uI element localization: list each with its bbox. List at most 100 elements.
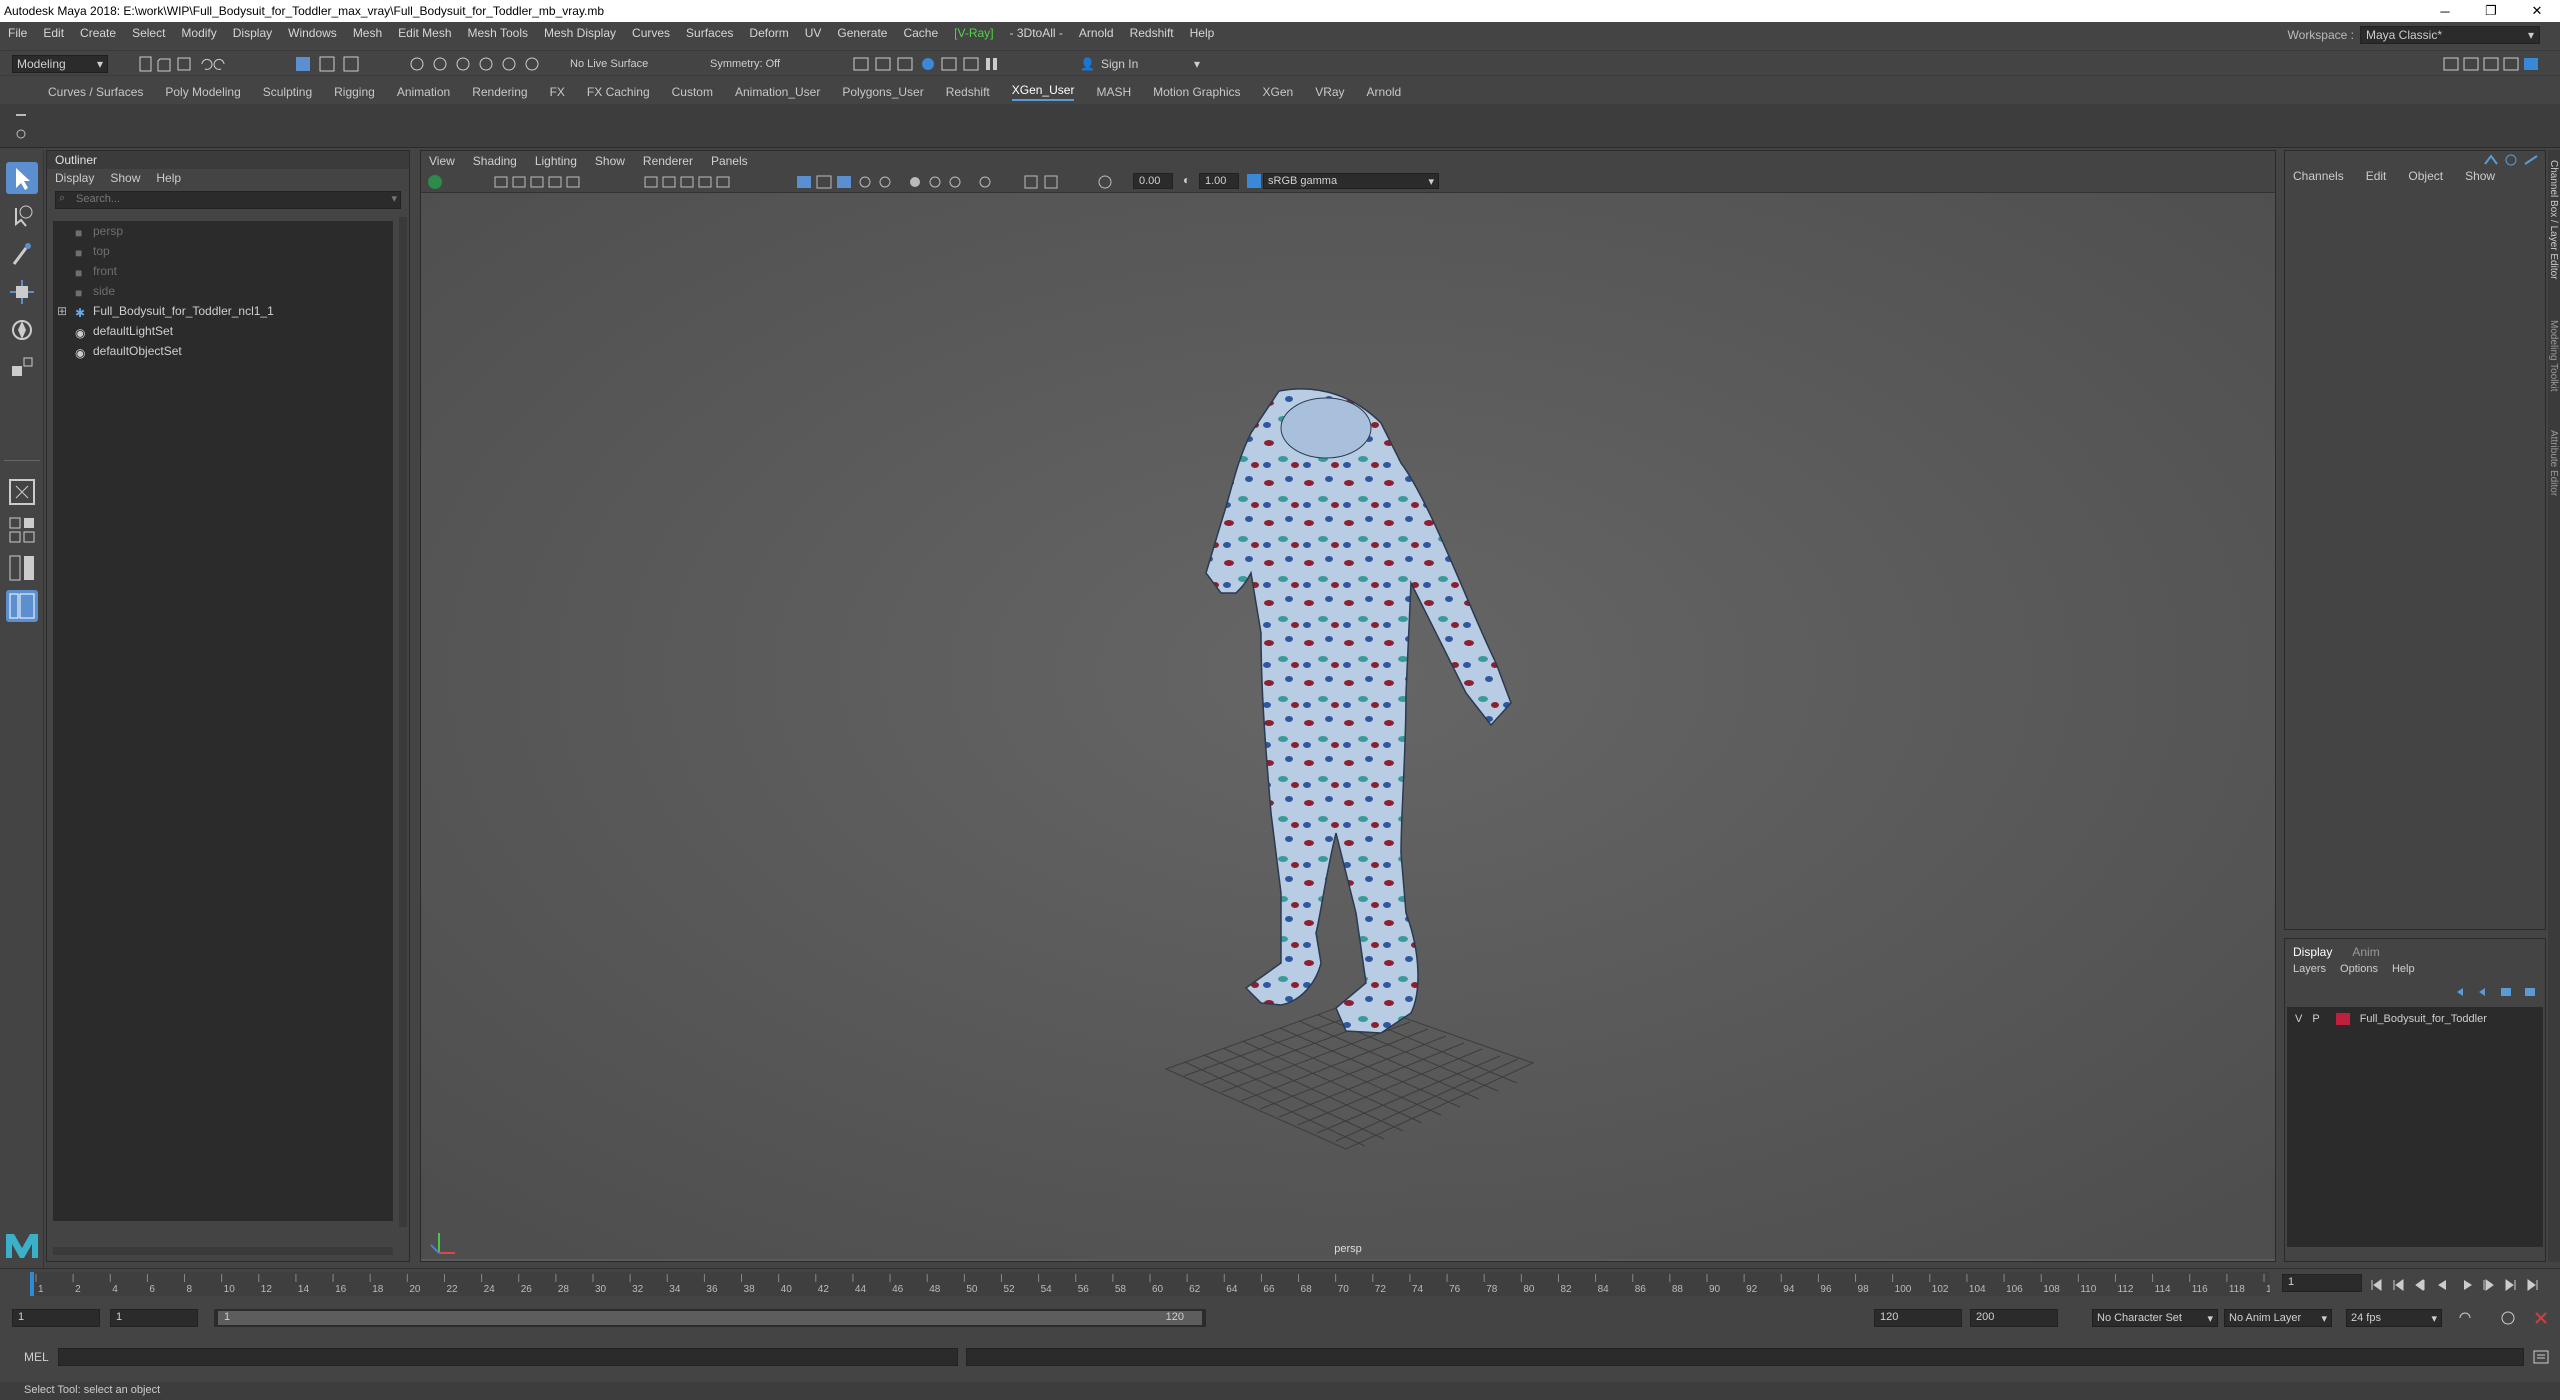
menu-3dtoall[interactable]: - 3DtoAll -	[1010, 26, 1063, 40]
shelf-tab-curves-surfaces[interactable]: Curves / Surfaces	[48, 85, 143, 99]
move-tool-icon[interactable]	[6, 276, 38, 308]
rotate-tool-icon[interactable]	[6, 314, 38, 346]
shelf-tab-redshift[interactable]: Redshift	[946, 85, 990, 99]
viewport-menu-panels[interactable]: Panels	[711, 154, 748, 168]
lasso-tool-icon[interactable]	[6, 200, 38, 232]
panel-toggle-icons[interactable]	[2440, 55, 2556, 73]
layer-color-swatch[interactable]	[2335, 1013, 2350, 1025]
outliner-layout-icon[interactable]	[6, 590, 38, 622]
menu-display[interactable]: Display	[233, 26, 272, 40]
viewport-menu-renderer[interactable]: Renderer	[643, 154, 693, 168]
layer-menu-layers[interactable]: Layers	[2293, 963, 2326, 975]
layer-playback-toggle[interactable]: P	[2312, 1013, 2319, 1025]
channel-menu-edit[interactable]: Edit	[2366, 169, 2387, 183]
exposure-field[interactable]: 0.00	[1133, 173, 1173, 189]
current-time-marker[interactable]	[30, 1272, 34, 1296]
menu-arnold[interactable]: Arnold	[1079, 26, 1114, 40]
menu-help[interactable]: Help	[1190, 26, 1215, 40]
animation-end-field[interactable]: 200	[1970, 1309, 2058, 1327]
outliner-item-side[interactable]: ■ side	[53, 281, 393, 301]
menu-uv[interactable]: UV	[805, 26, 822, 40]
menu-mesh-display[interactable]: Mesh Display	[544, 26, 616, 40]
menu-cache[interactable]: Cache	[903, 26, 938, 40]
shelf-tab-fx[interactable]: FX	[550, 85, 565, 99]
outliner-item-top[interactable]: ■ top	[53, 241, 393, 261]
menu-edit[interactable]: Edit	[43, 26, 64, 40]
menu-surfaces[interactable]: Surfaces	[686, 26, 733, 40]
file-tools-icons[interactable]	[136, 55, 376, 73]
menu-windows[interactable]: Windows	[288, 26, 337, 40]
four-view-layout-icon[interactable]	[6, 514, 38, 546]
outliner-item-default-light-set[interactable]: ◉ defaultLightSet	[53, 321, 393, 341]
workspace-dropdown[interactable]: Maya Classic* ▾	[2360, 26, 2540, 44]
persp-outliner-layout-icon[interactable]	[6, 552, 38, 584]
layer-tab-display[interactable]: Display	[2293, 945, 2332, 959]
menu-mesh-tools[interactable]: Mesh Tools	[468, 26, 528, 40]
gamma-field[interactable]: 1.00	[1199, 173, 1239, 189]
viewport-3d-scene[interactable]: persp	[421, 193, 2275, 1261]
shelf-tab-polygons-user[interactable]: Polygons_User	[842, 85, 923, 99]
single-perspective-view-icon[interactable]	[6, 476, 38, 508]
shelf-tab-rigging[interactable]: Rigging	[334, 85, 375, 99]
shelf-tab-vray[interactable]: VRay	[1315, 85, 1344, 99]
shelf-tab-animation-user[interactable]: Animation_User	[735, 85, 820, 99]
menu-mesh[interactable]: Mesh	[353, 26, 382, 40]
side-tab-channel-box[interactable]: Channel Box / Layer Editor	[2548, 160, 2559, 280]
viewport-menu-lighting[interactable]: Lighting	[535, 154, 577, 168]
side-tab-attribute-editor[interactable]: Attribute Editor	[2548, 430, 2559, 496]
viewport-menu-show[interactable]: Show	[595, 154, 625, 168]
shelf-tab-rendering[interactable]: Rendering	[472, 85, 527, 99]
channel-menu-show[interactable]: Show	[2465, 169, 2495, 183]
outliner-item-persp[interactable]: ■ persp	[53, 221, 393, 241]
layer-visibility-toggle[interactable]: V	[2295, 1013, 2302, 1025]
minimize-button[interactable]: ─	[2422, 0, 2468, 22]
close-button[interactable]: ✕	[2514, 0, 2560, 22]
anim-layer-dropdown[interactable]: No Anim Layer ▾	[2224, 1309, 2332, 1327]
menu-create[interactable]: Create	[80, 26, 116, 40]
side-tab-modeling-toolkit[interactable]: Modeling Toolkit	[2548, 320, 2559, 392]
animation-start-field[interactable]: 1	[12, 1309, 100, 1327]
outliner-item-default-object-set[interactable]: ◉ defaultObjectSet	[53, 341, 393, 361]
range-slider-handle[interactable]: 1 120	[218, 1311, 1202, 1325]
menu-file[interactable]: File	[8, 26, 27, 40]
fps-dropdown[interactable]: 24 fps ▾	[2346, 1309, 2442, 1327]
shelf-tab-motion-graphics[interactable]: Motion Graphics	[1153, 85, 1240, 99]
outliner-menu-display[interactable]: Display	[55, 171, 94, 185]
command-input[interactable]	[58, 1348, 958, 1366]
channel-menu-object[interactable]: Object	[2408, 169, 2443, 183]
menu-modify[interactable]: Modify	[181, 26, 216, 40]
outliner-menu-show[interactable]: Show	[110, 171, 140, 185]
restore-button[interactable]: ❐	[2468, 0, 2514, 22]
channel-menu-channels[interactable]: Channels	[2293, 169, 2344, 183]
layer-tab-anim[interactable]: Anim	[2352, 945, 2379, 959]
shelf-tab-custom[interactable]: Custom	[672, 85, 713, 99]
layer-menu-help[interactable]: Help	[2392, 963, 2415, 975]
playback-end-field[interactable]: 120	[1874, 1309, 1962, 1327]
menu-redshift[interactable]: Redshift	[1130, 26, 1174, 40]
shelf-tab-poly-modeling[interactable]: Poly Modeling	[165, 85, 240, 99]
select-tool-icon[interactable]	[6, 162, 38, 194]
script-editor-icon[interactable]	[2532, 1349, 2552, 1365]
shelf-options-icon[interactable]	[14, 110, 28, 142]
sign-in-button[interactable]: 👤 Sign In ▾	[1080, 55, 1200, 73]
expand-icon[interactable]: ⊞	[57, 304, 67, 318]
color-management-icon[interactable]	[1247, 174, 1261, 188]
paint-select-tool-icon[interactable]	[6, 238, 38, 270]
menu-edit-mesh[interactable]: Edit Mesh	[398, 26, 451, 40]
menu-deform[interactable]: Deform	[749, 26, 788, 40]
layer-menu-options[interactable]: Options	[2340, 963, 2378, 975]
playback-controls[interactable]	[2368, 1276, 2548, 1294]
layer-action-icons[interactable]	[2451, 985, 2541, 999]
scale-tool-icon[interactable]	[6, 352, 38, 384]
command-language-label[interactable]: MEL	[24, 1350, 49, 1364]
outliner-vertical-scrollbar[interactable]	[399, 217, 407, 1227]
shelf-tab-fx-caching[interactable]: FX Caching	[587, 85, 650, 99]
current-frame-field[interactable]: 1	[2282, 1274, 2362, 1292]
menu-set-dropdown[interactable]: Modeling ▾	[12, 55, 108, 73]
shelf-tab-arnold[interactable]: Arnold	[1367, 85, 1402, 99]
outliner-item-bodysuit[interactable]: ⊞ ✱ Full_Bodysuit_for_Toddler_ncl1_1	[53, 301, 393, 321]
layer-row[interactable]: V P Full_Bodysuit_for_Toddler	[2287, 1009, 2543, 1029]
outliner-item-front[interactable]: ■ front	[53, 261, 393, 281]
menu-generate[interactable]: Generate	[837, 26, 887, 40]
snap-tools-icons[interactable]	[408, 55, 558, 73]
